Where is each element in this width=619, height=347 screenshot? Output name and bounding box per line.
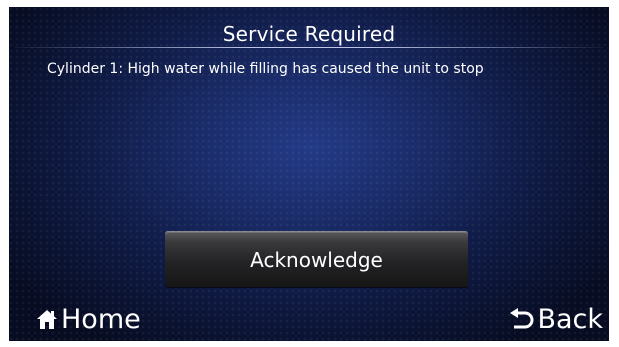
home-label: Home (61, 303, 141, 335)
back-arrow-icon (508, 308, 534, 330)
back-label: Back (537, 303, 603, 335)
home-button[interactable]: Home (36, 302, 141, 336)
page-title: Service Required (222, 22, 396, 46)
service-required-screen: Service Required Cylinder 1: High water … (9, 7, 609, 341)
service-message: Cylinder 1: High water while filling has… (47, 61, 484, 77)
acknowledge-button[interactable]: Acknowledge (165, 231, 468, 287)
home-icon (36, 307, 58, 331)
acknowledge-button-label: Acknowledge (250, 247, 383, 272)
title-divider (15, 47, 603, 48)
back-button[interactable]: Back (508, 302, 603, 336)
